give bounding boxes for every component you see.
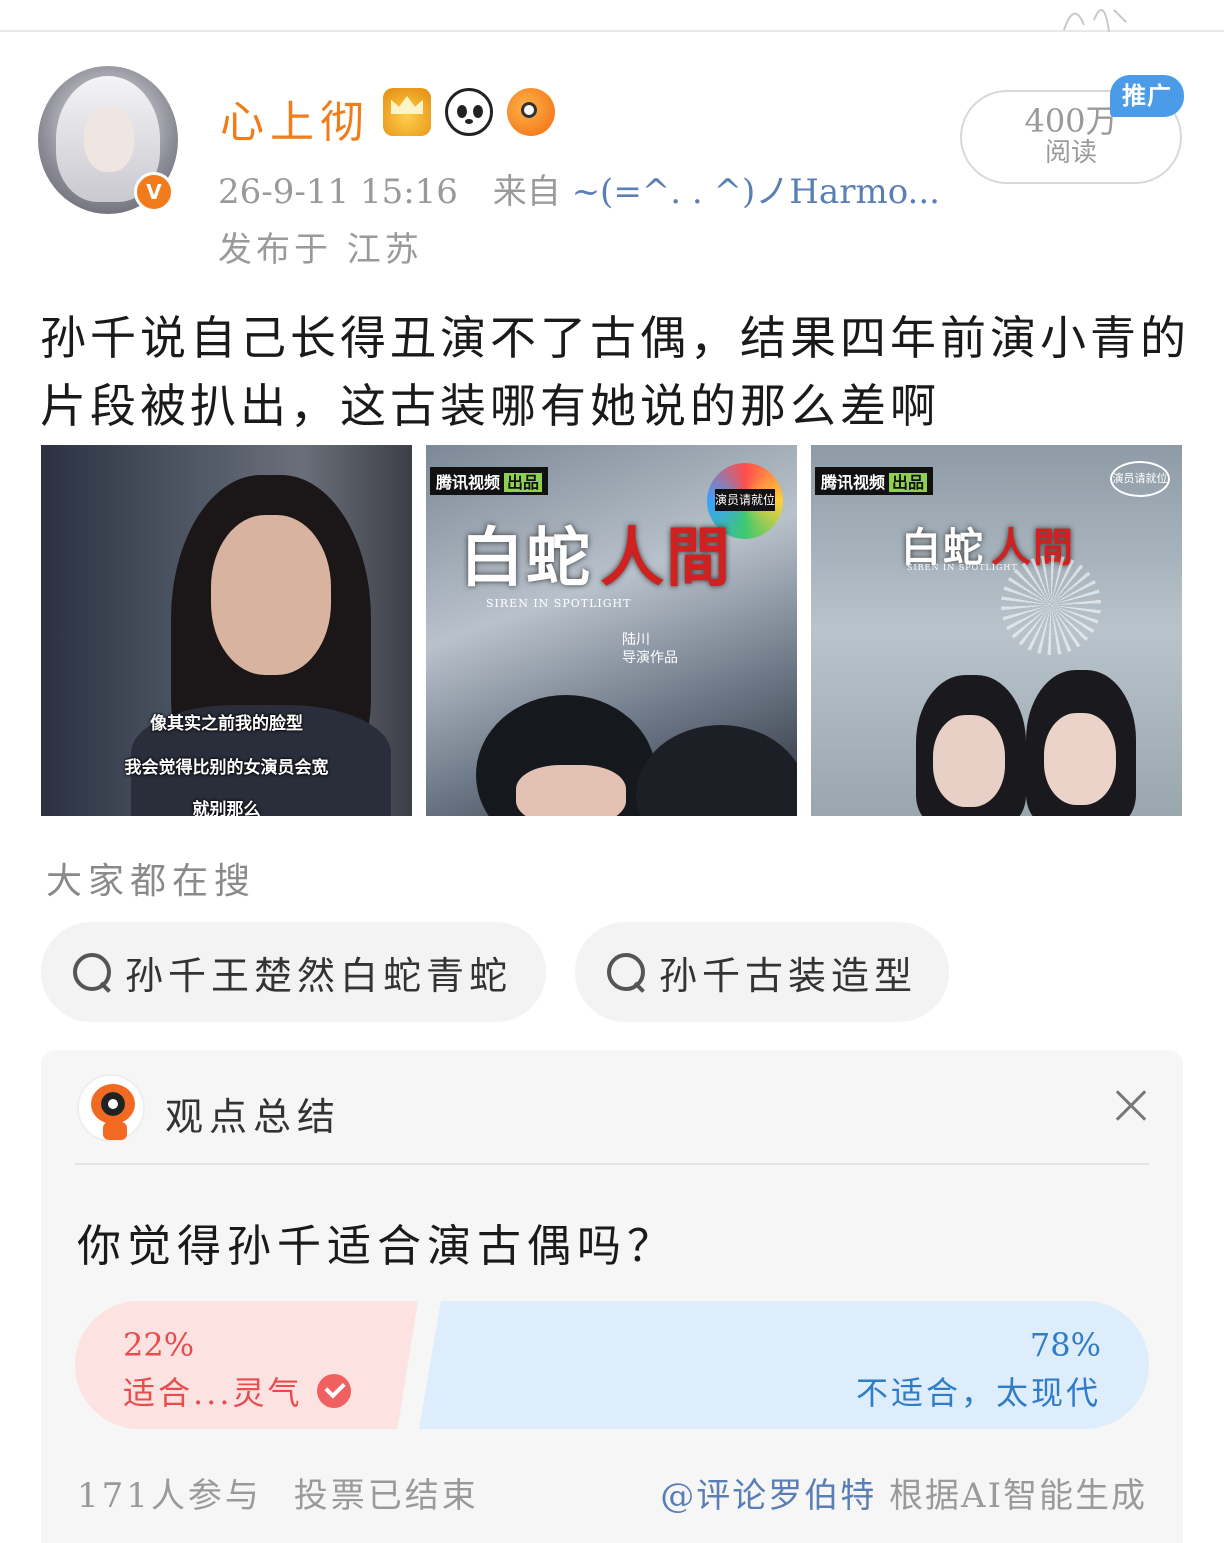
credit-mention[interactable]: @评论罗伯特 xyxy=(660,1476,876,1516)
tencent-logo: 腾讯视频 出品 xyxy=(815,467,934,495)
card-title: 观点总结 xyxy=(165,1095,342,1139)
source-name[interactable]: ~(=^. . ^)ノHarmo... xyxy=(572,172,940,212)
post-image-2[interactable]: 腾讯视频 出品 演员请就位 白蛇 人間 SIREN IN SPOTLIGHT 陆川导… xyxy=(426,445,797,816)
search-chip[interactable]: 孙千王楚然白蛇青蛇 xyxy=(41,922,546,1022)
panda-icon[interactable] xyxy=(445,88,493,136)
poster-title: 白蛇 人間 xyxy=(460,521,732,596)
search-icon xyxy=(605,951,647,993)
post-time: 26-9-11 15:16 xyxy=(218,172,458,212)
reads-label: 阅读 xyxy=(1044,138,1097,168)
subtitle-line-1: 像其实之前我的脸型 xyxy=(150,714,303,734)
source-prefix: 来自 xyxy=(492,172,561,212)
trending-search-title: 大家都在搜 xyxy=(46,861,257,902)
post-location: 发布于 江苏 xyxy=(218,230,423,270)
card-divider xyxy=(75,1163,1149,1165)
search-chip-label: 孙千王楚然白蛇青蛇 xyxy=(125,953,513,998)
subtitle-line-3: 就别那么 xyxy=(192,800,261,816)
participant-count: 171人参与 xyxy=(77,1476,262,1516)
poll-question: 你觉得孙千适合演古偶吗？ xyxy=(77,1221,677,1272)
poll-option-right-percent: 78% xyxy=(1029,1326,1101,1364)
poll-status: 投票已结束 xyxy=(293,1476,479,1516)
credit-text: 根据AI智能生成 xyxy=(889,1476,1147,1516)
post-image-3[interactable]: 腾讯视频 出品 演员请就位 白蛇 人間 SIREN IN SPOTLIGHT xyxy=(811,445,1182,816)
poster-subtitle: SIREN IN SPOTLIGHT xyxy=(486,597,632,610)
crown-icon[interactable] xyxy=(383,88,431,136)
poll-option-right-label: 不适合，太现代 xyxy=(855,1374,1101,1412)
promo-badge[interactable]: 推广 xyxy=(1110,75,1184,117)
search-chip[interactable]: 孙千古装造型 xyxy=(575,922,949,1022)
poll-footer: 171人参与 投票已结束 xyxy=(77,1468,479,1517)
top-divider xyxy=(0,30,1224,32)
post-text[interactable]: 孙千说自己长得丑演不了古偶，结果四年前演小青的片段被扒出，这古装哪有她说的那么差… xyxy=(40,304,1190,440)
robot-avatar-icon xyxy=(77,1074,145,1142)
decoration-icon xyxy=(1063,8,1127,33)
post-meta: 26-9-11 15:16 来自 ~(=^. . ^)ノHarmo... xyxy=(218,164,940,213)
search-chip-label: 孙千古装造型 xyxy=(659,953,918,998)
fish-icon[interactable] xyxy=(507,88,555,136)
poster-subtitle: SIREN IN SPOTLIGHT xyxy=(907,563,1018,572)
tencent-logo: 腾讯视频 出品 xyxy=(430,467,549,495)
subtitle-line-2: 我会觉得比别的女演员会宽 xyxy=(124,758,329,778)
user-badges xyxy=(383,88,555,136)
verified-icon: V xyxy=(134,172,174,212)
poster-director: 陆川 导演作品 xyxy=(622,632,678,666)
poll-option-left-label-row: 适合...灵气 xyxy=(123,1368,351,1414)
ai-credit: @评论罗伯特 根据AI智能生成 xyxy=(660,1468,1147,1517)
search-icon xyxy=(71,951,113,993)
check-icon xyxy=(316,1374,351,1408)
avatar[interactable]: V xyxy=(38,66,178,214)
poll-option-left-percent: 22% xyxy=(123,1326,195,1364)
close-icon[interactable] xyxy=(1111,1088,1147,1124)
post-image-1[interactable]: 像其实之前我的脸型 我会觉得比别的女演员会宽 就别那么 xyxy=(41,445,412,816)
opinion-summary-card: 观点总结 你觉得孙千适合演古偶吗？ 22% 适合...灵气 78% 不适合，太现… xyxy=(41,1050,1183,1543)
studio-logo: 演员请就位 xyxy=(1110,461,1170,497)
poll-option-left-label: 适合...灵气 xyxy=(123,1374,303,1412)
username[interactable]: 心上彻 xyxy=(220,86,370,150)
